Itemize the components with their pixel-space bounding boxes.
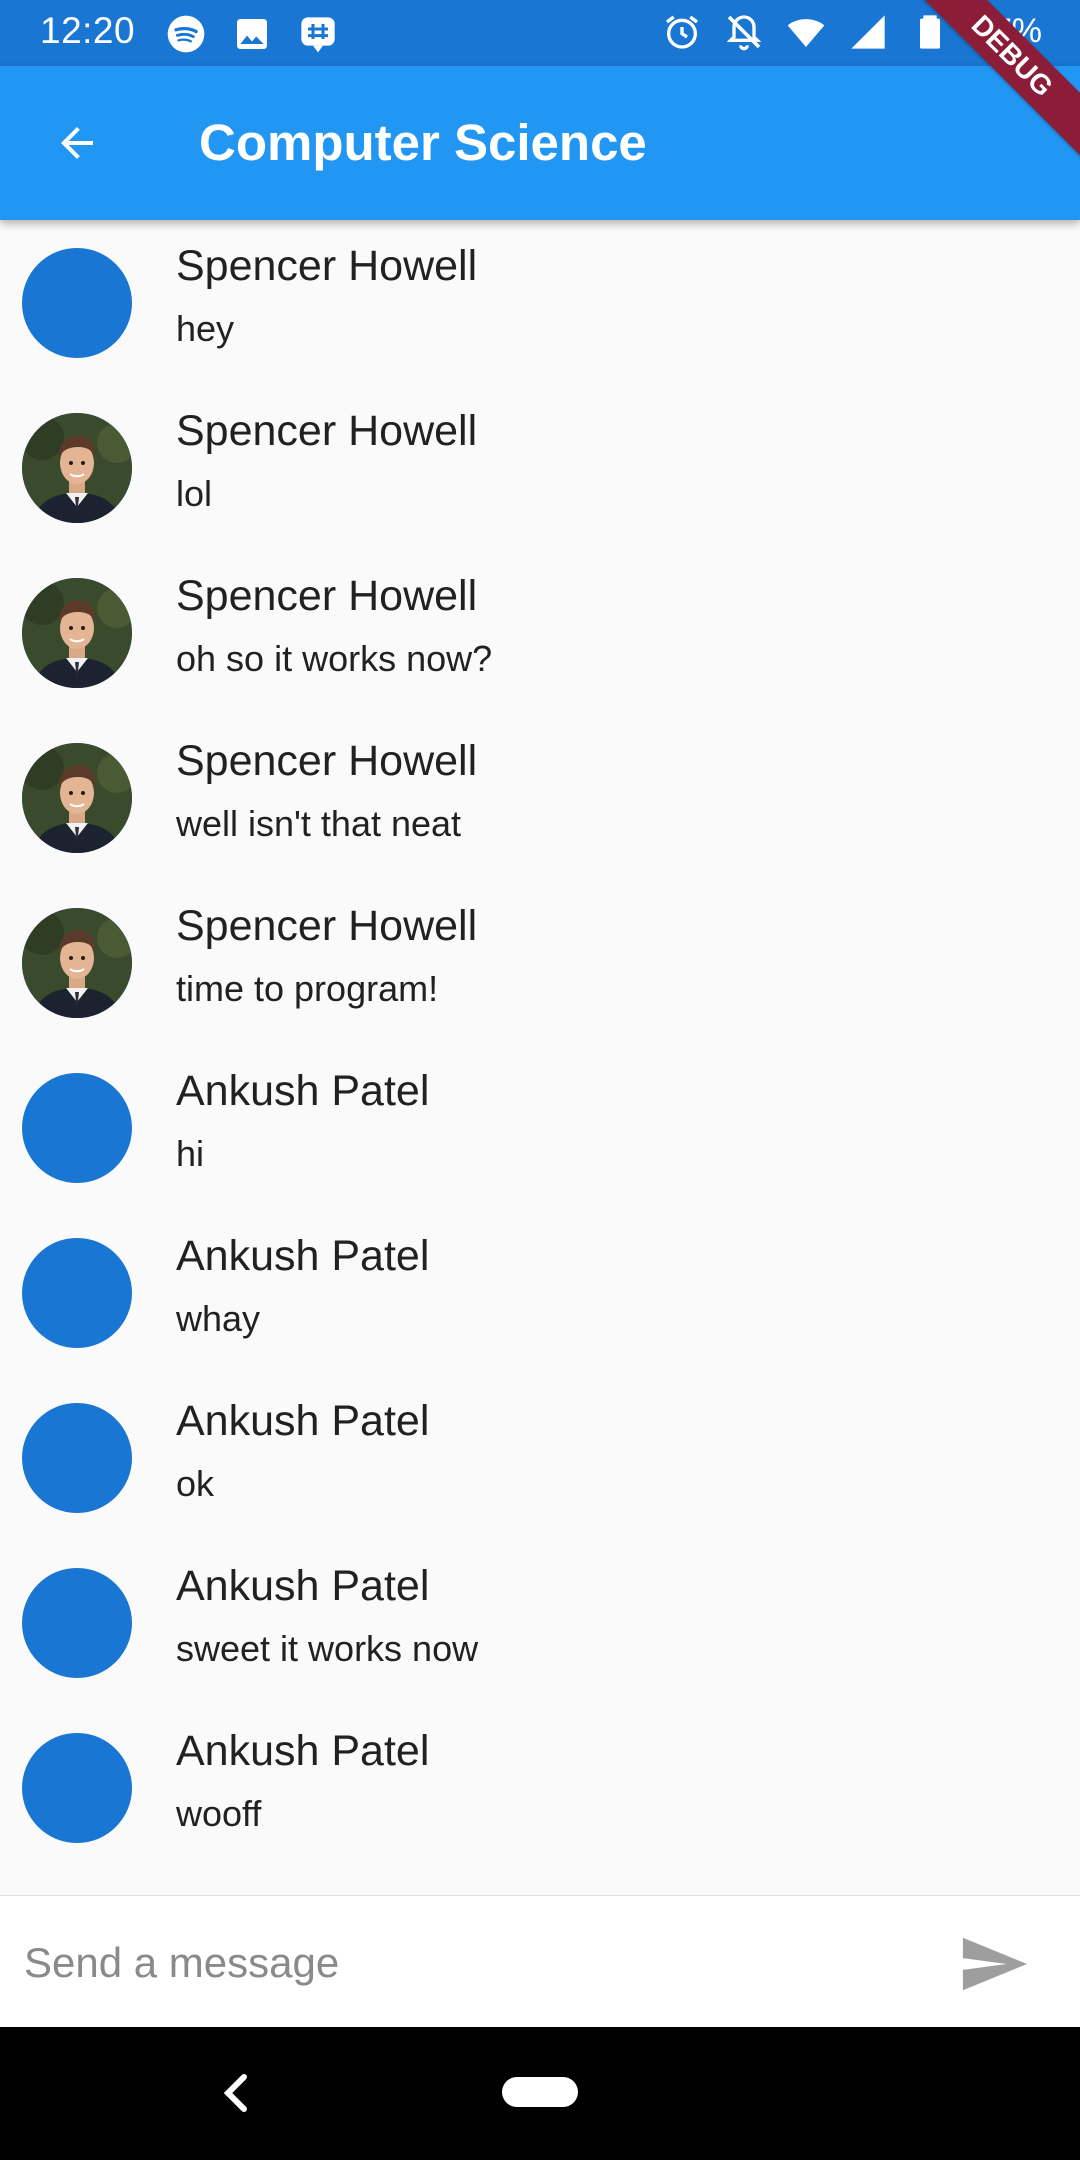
message-sender-name: Ankush Patel <box>176 1727 430 1775</box>
message-sender-name: Spencer Howell <box>176 572 478 620</box>
message-sender-name: Spencer Howell <box>176 407 478 455</box>
message-item[interactable]: Spencer Howell oh so it works now? <box>0 550 1080 715</box>
page-title: Computer Science <box>199 114 647 171</box>
message-input[interactable] <box>22 1924 906 2002</box>
message-sender-name: Ankush Patel <box>176 1397 430 1445</box>
avatar <box>22 248 132 358</box>
message-item[interactable]: Ankush Patel ok <box>0 1375 1080 1540</box>
back-button[interactable] <box>44 110 110 176</box>
avatar <box>22 1733 132 1843</box>
message-item[interactable]: Spencer Howell hey <box>0 220 1080 385</box>
message-sender-name: Spencer Howell <box>176 737 478 785</box>
status-right-icons <box>662 12 950 52</box>
spotify-icon <box>167 15 205 53</box>
message-sender-name: Ankush Patel <box>176 1232 430 1280</box>
image-icon <box>237 19 267 49</box>
message-composer <box>0 1895 1080 2028</box>
status-bar: 12:20 <box>0 0 1080 66</box>
message-sender-name: Ankush Patel <box>176 1562 430 1610</box>
message-item[interactable]: Spencer Howell well isn't that neat <box>0 715 1080 880</box>
avatar <box>22 1238 132 1348</box>
avatar <box>22 413 132 523</box>
arrow-back-icon <box>61 127 93 159</box>
message-text: oh so it works now? <box>176 638 493 679</box>
status-time: 12:20 <box>40 10 136 51</box>
wifi-icon <box>787 19 825 47</box>
message-text: hi <box>176 1133 205 1174</box>
notifications-off-icon <box>726 15 762 51</box>
slack-icon <box>301 17 335 53</box>
message-item[interactable]: Ankush Patel hi <box>0 1045 1080 1210</box>
message-item[interactable]: Ankush Patel whay <box>0 1210 1080 1375</box>
message-text: hey <box>176 308 235 349</box>
avatar <box>22 1403 132 1513</box>
message-text: whay <box>176 1298 261 1339</box>
app-bar: Computer Science <box>0 66 1080 220</box>
avatar <box>22 1073 132 1183</box>
send-button[interactable] <box>960 1934 1030 1994</box>
message-sender-name: Ankush Patel <box>176 1067 430 1115</box>
message-text: well isn't that neat <box>176 803 462 844</box>
status-left-icons <box>166 14 338 54</box>
system-nav-bar <box>0 2027 1080 2160</box>
avatar <box>22 908 132 1018</box>
nav-home-button[interactable] <box>502 2077 578 2107</box>
message-item[interactable]: Spencer Howell lol <box>0 385 1080 550</box>
avatar <box>22 578 132 688</box>
message-list[interactable]: Spencer Howell hey Spencer Howell lol Spen… <box>0 220 1080 1895</box>
message-item[interactable]: Ankush Patel sweet it works now <box>0 1540 1080 1705</box>
send-icon <box>962 1937 1028 1991</box>
message-text: lol <box>176 473 213 514</box>
avatar <box>22 1568 132 1678</box>
message-text: wooff <box>176 1793 262 1834</box>
message-sender-name: Spencer Howell <box>176 242 478 290</box>
avatar <box>22 743 132 853</box>
message-item[interactable]: Spencer Howell time to program! <box>0 880 1080 1045</box>
message-text: time to program! <box>176 968 439 1009</box>
message-item[interactable]: Ankush Patel wooff <box>0 1705 1080 1870</box>
alarm-icon <box>666 15 698 49</box>
message-text: sweet it works now <box>176 1628 479 1669</box>
message-sender-name: Spencer Howell <box>176 902 478 950</box>
nav-back-icon[interactable] <box>216 2071 256 2115</box>
message-text: ok <box>176 1463 215 1504</box>
signal-icon <box>851 15 885 49</box>
